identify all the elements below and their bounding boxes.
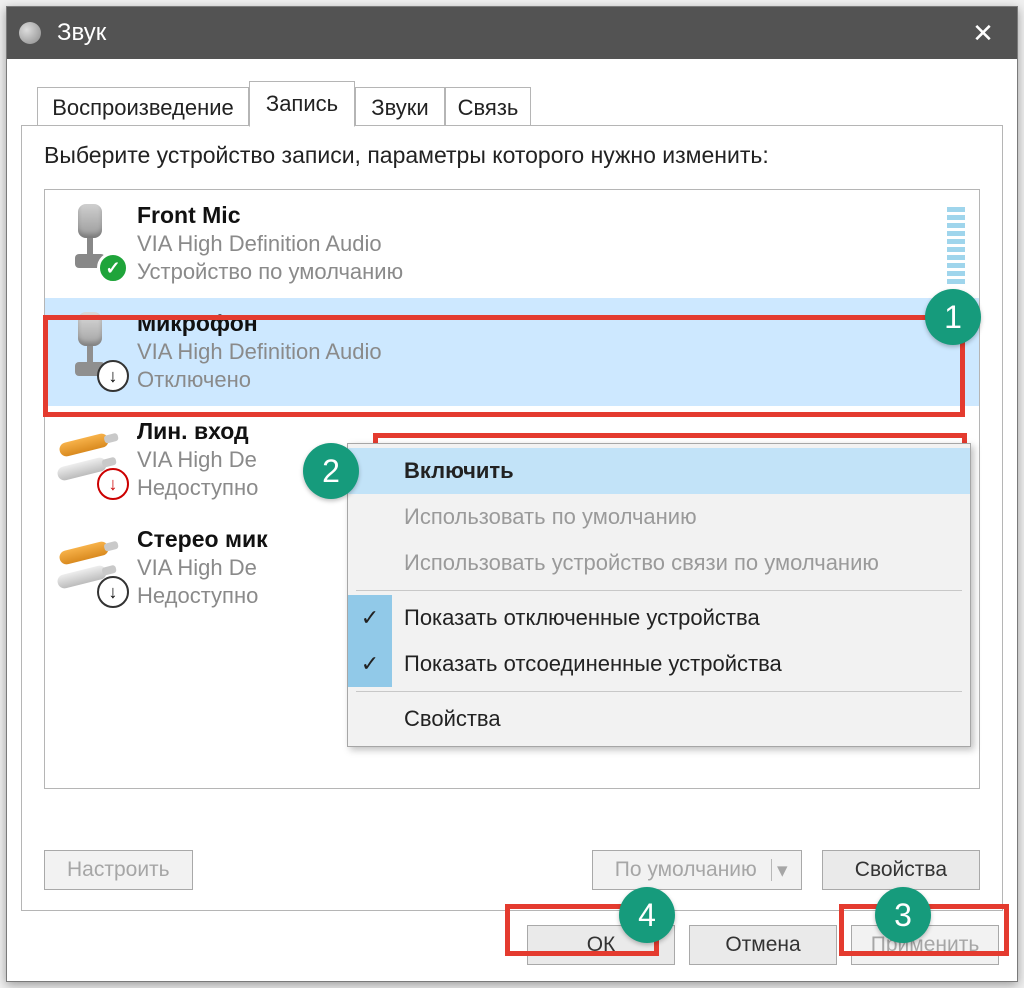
menu-separator xyxy=(356,590,962,591)
menu-item-label: Использовать по умолчанию xyxy=(404,504,697,530)
menu-item-label: Показать отключенные устройства xyxy=(404,605,760,631)
menu-item-label: Показать отсоединенные устройства xyxy=(404,651,782,677)
device-row[interactable]: Микрофон VIA High Definition Audio Отклю… xyxy=(45,298,979,406)
close-button[interactable]: ✕ xyxy=(961,11,1005,55)
device-name: Front Mic xyxy=(137,202,403,229)
device-driver: VIA High De xyxy=(137,447,258,473)
prompt-text: Выберите устройство записи, параметры ко… xyxy=(44,142,980,169)
menu-item-label: Включить xyxy=(404,458,514,484)
sound-icon xyxy=(19,22,41,44)
menu-item-enable[interactable]: Включить xyxy=(348,448,970,494)
device-name: Микрофон xyxy=(137,310,382,337)
tab-strip: Воспроизведение Запись Звуки Связь xyxy=(19,81,1005,127)
set-default-button[interactable]: По умолчанию ▾ xyxy=(592,850,802,890)
device-icon xyxy=(55,524,125,612)
arrow-down-icon xyxy=(97,576,129,608)
warning-icon xyxy=(97,468,129,500)
cancel-button[interactable]: Отмена xyxy=(689,925,837,965)
device-driver: VIA High Definition Audio xyxy=(137,231,403,257)
device-status: Устройство по умолчанию xyxy=(137,259,403,285)
configure-button[interactable]: Настроить xyxy=(44,850,193,890)
annotation-badge: 3 xyxy=(875,887,931,943)
chevron-down-icon[interactable]: ▾ xyxy=(771,859,793,881)
level-meter xyxy=(947,202,965,284)
device-driver: VIA High De xyxy=(137,555,268,581)
device-name: Лин. вход xyxy=(137,418,258,445)
annotation-badge: 1 xyxy=(925,289,981,345)
arrow-down-icon xyxy=(97,360,129,392)
menu-item-label: Использовать устройство связи по умолчан… xyxy=(404,550,879,576)
check-icon: ✓ xyxy=(97,252,129,284)
device-icon xyxy=(55,416,125,504)
check-icon: ✓ xyxy=(348,595,392,641)
device-status: Недоступно xyxy=(137,583,268,609)
annotation-badge: 2 xyxy=(303,443,359,499)
menu-item-properties[interactable]: Свойства xyxy=(348,696,970,742)
device-icon xyxy=(55,308,125,396)
sound-dialog: Звук ✕ Воспроизведение Запись Звуки Связ… xyxy=(6,6,1018,982)
panel-button-row: Настроить По умолчанию ▾ Свойства xyxy=(44,848,980,892)
device-status: Отключено xyxy=(137,367,382,393)
device-row[interactable]: ✓ Front Mic VIA High Definition Audio Ус… xyxy=(45,190,979,298)
tab-playback[interactable]: Воспроизведение xyxy=(37,87,249,127)
device-driver: VIA High Definition Audio xyxy=(137,339,382,365)
menu-separator xyxy=(356,691,962,692)
properties-button[interactable]: Свойства xyxy=(822,850,980,890)
menu-item-set-default[interactable]: Использовать по умолчанию xyxy=(348,494,970,540)
device-name: Стерео мик xyxy=(137,526,268,553)
context-menu[interactable]: Включить Использовать по умолчанию Испол… xyxy=(347,443,971,747)
menu-item-show-disconnected[interactable]: ✓ Показать отсоединенные устройства xyxy=(348,641,970,687)
device-icon: ✓ xyxy=(55,200,125,288)
tab-recording[interactable]: Запись xyxy=(249,81,355,127)
menu-item-show-disabled[interactable]: ✓ Показать отключенные устройства xyxy=(348,595,970,641)
menu-item-label: Свойства xyxy=(404,706,501,732)
annotation-badge: 4 xyxy=(619,887,675,943)
menu-item-set-comm-default[interactable]: Использовать устройство связи по умолчан… xyxy=(348,540,970,586)
set-default-label: По умолчанию xyxy=(615,858,757,882)
titlebar[interactable]: Звук ✕ xyxy=(7,7,1017,59)
window-title: Звук xyxy=(57,19,961,47)
tab-communications[interactable]: Связь xyxy=(445,87,531,127)
check-icon: ✓ xyxy=(348,641,392,687)
device-status: Недоступно xyxy=(137,475,258,501)
tab-sounds[interactable]: Звуки xyxy=(355,87,445,127)
dialog-button-row: ОК Отмена Применить xyxy=(527,925,999,965)
